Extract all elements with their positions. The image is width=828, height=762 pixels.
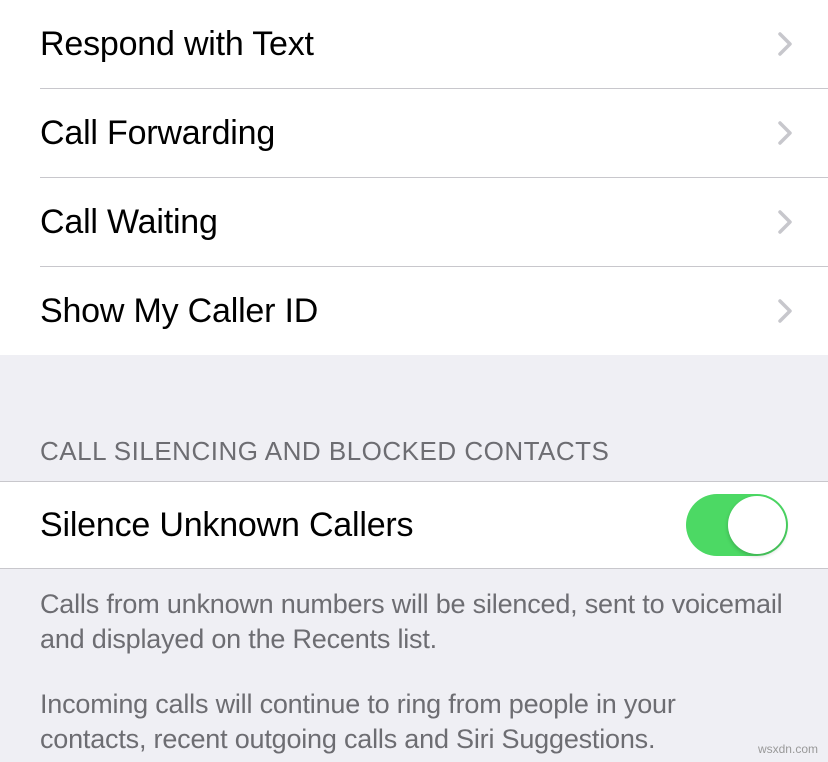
footer-paragraph-1: Calls from unknown numbers will be silen…: [40, 587, 788, 657]
toggle-silence-unknown-callers[interactable]: [686, 494, 788, 556]
toggle-knob: [728, 496, 786, 554]
row-show-my-caller-id[interactable]: Show My Caller ID: [0, 267, 828, 355]
section-footer: Calls from unknown numbers will be silen…: [0, 569, 828, 757]
chevron-right-icon: [772, 209, 798, 235]
chevron-right-icon: [772, 120, 798, 146]
footer-paragraph-2: Incoming calls will continue to ring fro…: [40, 687, 788, 757]
row-call-forwarding[interactable]: Call Forwarding: [0, 89, 828, 177]
row-silence-unknown-callers: Silence Unknown Callers: [0, 481, 828, 569]
row-label: Call Forwarding: [40, 114, 275, 153]
watermark: wsxdn.com: [758, 742, 818, 756]
settings-section-calls: Respond with Text Call Forwarding Call W…: [0, 0, 828, 355]
row-label: Respond with Text: [40, 25, 314, 64]
row-label: Call Waiting: [40, 203, 218, 242]
row-label: Silence Unknown Callers: [40, 506, 413, 545]
row-respond-with-text[interactable]: Respond with Text: [0, 0, 828, 88]
row-call-waiting[interactable]: Call Waiting: [0, 178, 828, 266]
chevron-right-icon: [772, 31, 798, 57]
section-header-label: CALL SILENCING AND BLOCKED CONTACTS: [40, 436, 609, 467]
chevron-right-icon: [772, 298, 798, 324]
section-header-call-silencing: CALL SILENCING AND BLOCKED CONTACTS: [0, 355, 828, 481]
row-label: Show My Caller ID: [40, 292, 318, 331]
